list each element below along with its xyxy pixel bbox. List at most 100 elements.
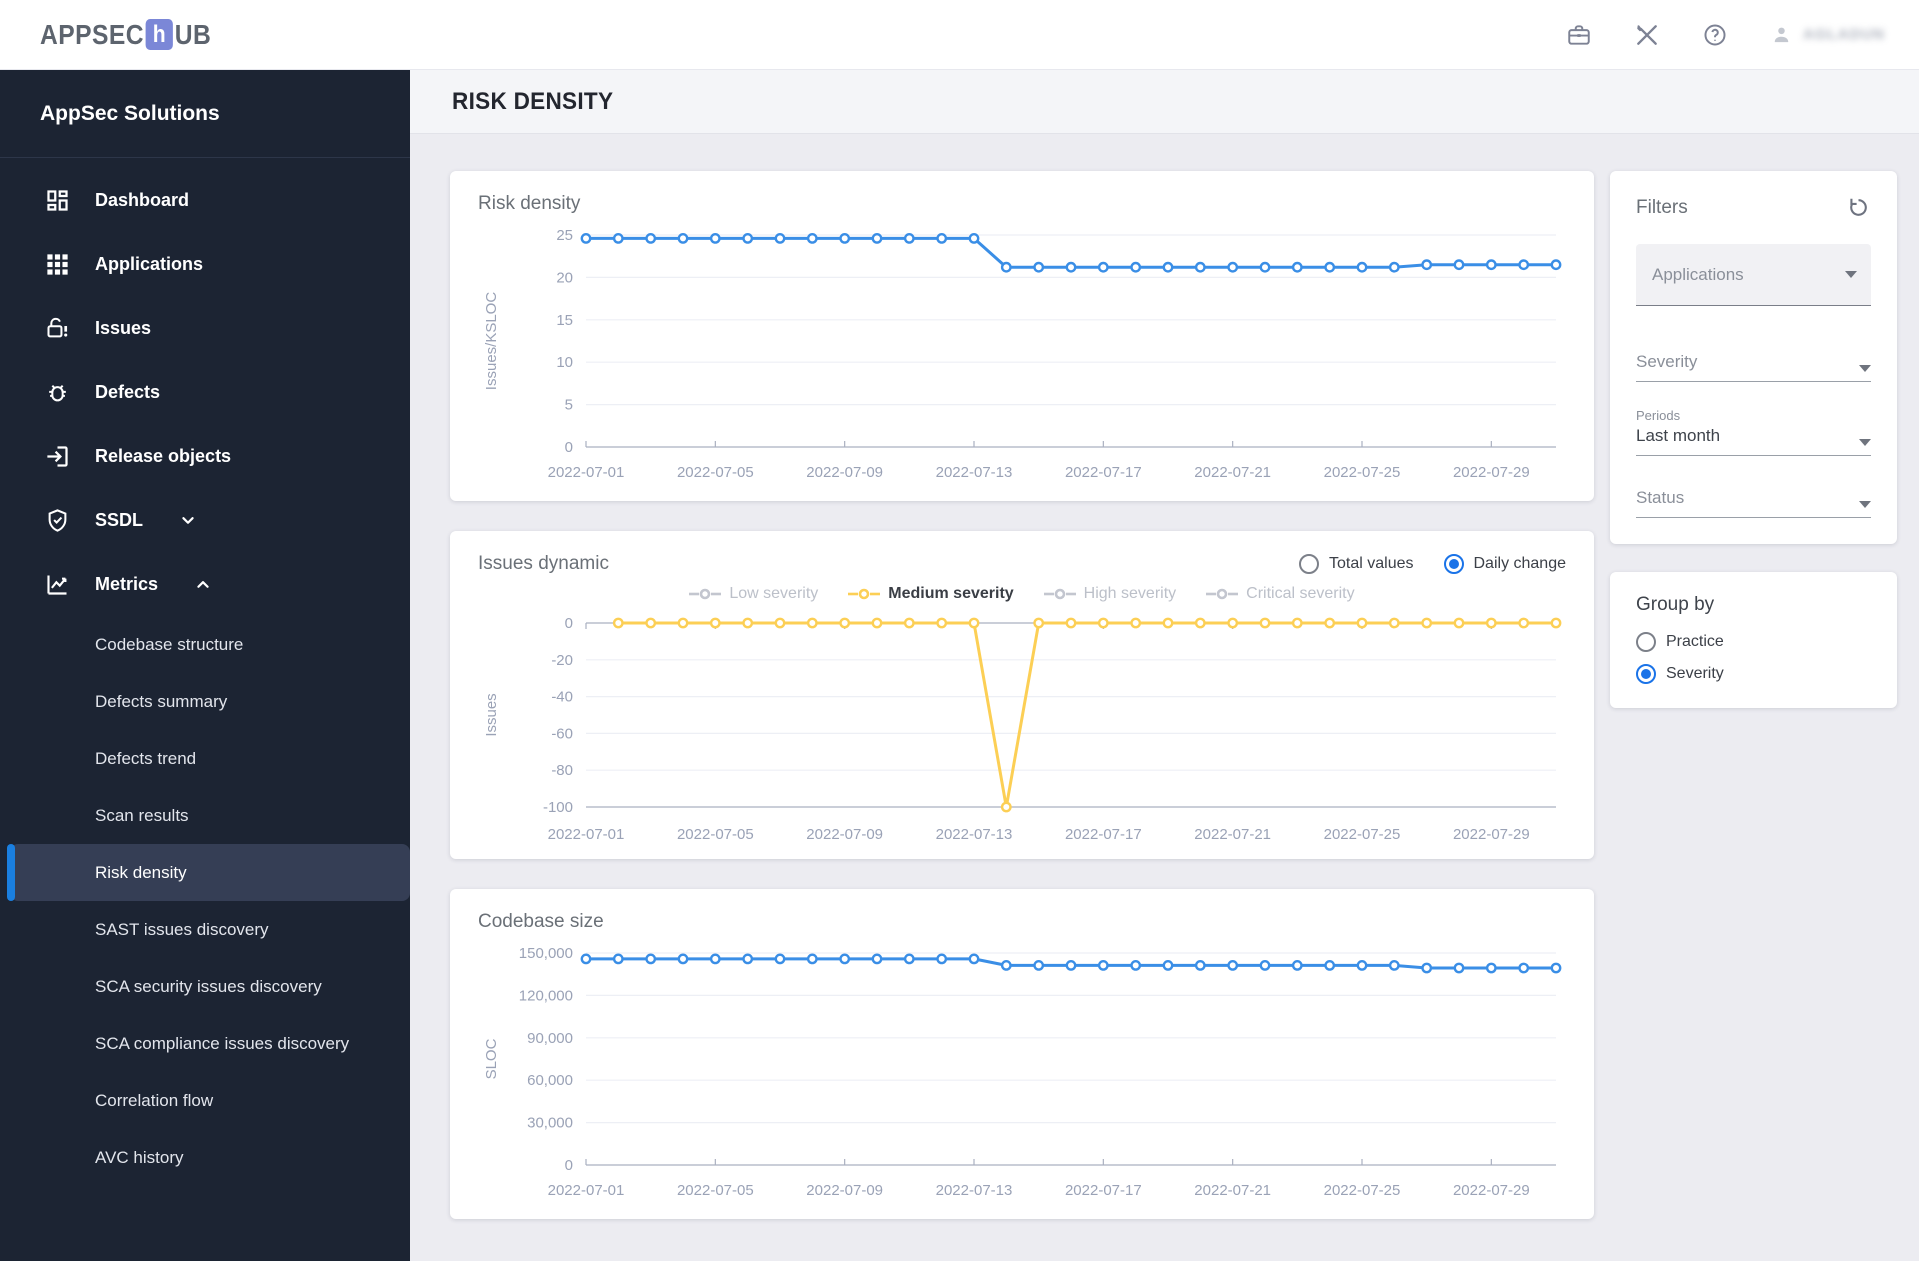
legend-low-severity[interactable]: Low severity [689, 585, 818, 603]
issues-dynamic-card: Issues dynamic Total values Daily change … [450, 531, 1594, 859]
applications-icon [44, 251, 71, 278]
sidebar-item-defects-trend[interactable]: Defects trend [0, 730, 410, 787]
user-icon [1770, 23, 1793, 46]
sidebar-item-applications[interactable]: Applications [0, 232, 410, 296]
periods-label: Periods [1636, 408, 1681, 423]
sidebar-item-sca-security-issues-discovery[interactable]: SCA security issues discovery [0, 958, 410, 1015]
sidebar-item-scan-results[interactable]: Scan results [0, 787, 410, 844]
sidebar-item-label: SCA compliance issues discovery [95, 1033, 350, 1053]
sidebar-item-label: Defects [95, 381, 161, 402]
svg-text:-80: -80 [551, 762, 573, 779]
issues-dynamic-mode-radios: Total values Daily change [1299, 554, 1566, 574]
user-menu[interactable]: AGLADUN [1770, 23, 1885, 46]
periods-field: Periods Last month [1636, 408, 1871, 456]
legend-high-severity[interactable]: High severity [1043, 585, 1177, 603]
reset-filters-icon[interactable] [1846, 195, 1871, 220]
legend-label: High severity [1083, 585, 1177, 602]
tools-icon[interactable] [1634, 22, 1660, 48]
sidebar-item-label: Metrics [95, 573, 159, 594]
svg-text:2022-07-05: 2022-07-05 [677, 1182, 754, 1199]
legend-critical-severity[interactable]: Critical severity [1206, 585, 1355, 603]
filters-column: Filters Applications Severity Periods La… [1610, 171, 1897, 1261]
svg-text:2022-07-17: 2022-07-17 [1065, 826, 1142, 843]
radio-unchecked-icon [1299, 554, 1319, 574]
ssdl-icon [44, 507, 71, 534]
legend-label: Low severity [729, 585, 819, 602]
sidebar-item-codebase-structure[interactable]: Codebase structure [0, 616, 410, 673]
sidebar-item-label: Codebase structure [95, 634, 244, 654]
svg-text:2022-07-25: 2022-07-25 [1324, 464, 1401, 481]
logo-text-prefix: APPSEC [40, 18, 144, 50]
issues-dynamic-chart: 0 -20 -40 -60 -80 -100 2022-07-01 2022-07-05 202… [478, 611, 1566, 849]
sidebar-item-sca-compliance-issues-discovery[interactable]: SCA compliance issues discovery [0, 1015, 410, 1072]
dropdown-arrow-icon [1859, 439, 1871, 446]
chart-title: Codebase size [478, 911, 604, 932]
sidebar-menu: Dashboard Applications Issues Defects Releas… [0, 158, 410, 1186]
svg-text:0: 0 [565, 1157, 573, 1174]
status-select[interactable]: Status [1636, 488, 1871, 518]
svg-text:2022-07-13: 2022-07-13 [936, 464, 1013, 481]
defects-icon [44, 379, 71, 406]
group-by-panel: Group by Practice Severity [1610, 572, 1897, 708]
svg-text:2022-07-17: 2022-07-17 [1065, 464, 1142, 481]
sidebar-item-label: SSDL [95, 509, 144, 530]
logo-text-suffix: UB [174, 18, 212, 50]
severity-select-label: Severity [1636, 352, 1698, 371]
risk-density-card: Risk density 0 5 10 15 20 25 2022-07-01 2022-07… [450, 171, 1594, 501]
svg-text:20: 20 [556, 269, 573, 286]
legend-medium-severity[interactable]: Medium severity [848, 585, 1014, 603]
svg-text:2022-07-13: 2022-07-13 [936, 1182, 1013, 1199]
sidebar-item-label: Applications [95, 253, 204, 274]
svg-text:2022-07-01: 2022-07-01 [548, 826, 625, 843]
legend-line-marker-icon [1206, 588, 1239, 600]
dropdown-arrow-icon [1845, 271, 1857, 278]
severity-select[interactable]: Severity [1636, 352, 1871, 382]
svg-text:2022-07-29: 2022-07-29 [1453, 1182, 1530, 1199]
svg-text:2022-07-13: 2022-07-13 [936, 826, 1013, 843]
sidebar-item-release-objects[interactable]: Release objects [0, 424, 410, 488]
app-logo[interactable]: APPSEC h UB [40, 19, 211, 51]
radio-label: Severity [1666, 665, 1724, 682]
group-by-title: Group by [1636, 594, 1715, 615]
svg-text:2022-07-25: 2022-07-25 [1324, 826, 1401, 843]
sidebar-item-avc-history[interactable]: AVC history [0, 1129, 410, 1186]
filters-title: Filters [1636, 196, 1688, 218]
codebase-size-chart: 0 30,000 60,000 90,000 120,000 150,000 2022-07… [478, 937, 1566, 1209]
group-by-radio-practice[interactable]: Practice [1636, 632, 1871, 652]
sidebar-item-risk-density[interactable]: Risk density [7, 844, 410, 901]
svg-text:2022-07-09: 2022-07-09 [806, 464, 883, 481]
sidebar-item-sast-issues-discovery[interactable]: SAST issues discovery [0, 901, 410, 958]
sidebar-item-dashboard[interactable]: Dashboard [0, 168, 410, 232]
svg-text:2022-07-29: 2022-07-29 [1453, 826, 1530, 843]
briefcase-icon[interactable] [1566, 22, 1592, 48]
sidebar-item-correlation-flow[interactable]: Correlation flow [0, 1072, 410, 1129]
username-blurred: AGLADUN [1803, 26, 1885, 43]
sidebar-item-issues[interactable]: Issues [0, 296, 410, 360]
help-icon[interactable] [1702, 22, 1728, 48]
sidebar-item-defects[interactable]: Defects [0, 360, 410, 424]
sidebar-item-label: Scan results [95, 805, 189, 825]
svg-text:0: 0 [565, 439, 573, 456]
svg-text:120,000: 120,000 [519, 987, 573, 1004]
svg-text:2022-07-25: 2022-07-25 [1324, 1182, 1401, 1199]
applications-select[interactable]: Applications [1636, 244, 1871, 306]
sidebar-item-label: SAST issues discovery [95, 919, 269, 939]
svg-text:30,000: 30,000 [527, 1115, 573, 1132]
mode-radio-total-values[interactable]: Total values [1299, 554, 1414, 574]
group-by-radio-severity[interactable]: Severity [1636, 664, 1871, 684]
periods-select[interactable]: Last month [1636, 426, 1871, 456]
status-select-label: Status [1636, 488, 1685, 507]
applications-select-label: Applications [1652, 264, 1744, 284]
svg-text:SLOC: SLOC [483, 1038, 500, 1079]
sidebar: AppSec Solutions Dashboard Applications Is… [0, 70, 410, 1261]
topbar-actions: AGLADUN [1566, 22, 1885, 48]
mode-radio-daily-change[interactable]: Daily change [1443, 554, 1566, 574]
svg-text:2022-07-09: 2022-07-09 [806, 1182, 883, 1199]
sidebar-item-ssdl[interactable]: SSDL [0, 488, 410, 552]
issues-icon [44, 315, 71, 342]
svg-text:2022-07-01: 2022-07-01 [548, 464, 625, 481]
sidebar-item-defects-summary[interactable]: Defects summary [0, 673, 410, 730]
svg-text:60,000: 60,000 [527, 1072, 573, 1089]
sidebar-item-metrics[interactable]: Metrics [0, 552, 410, 616]
dashboard-icon [44, 187, 71, 214]
